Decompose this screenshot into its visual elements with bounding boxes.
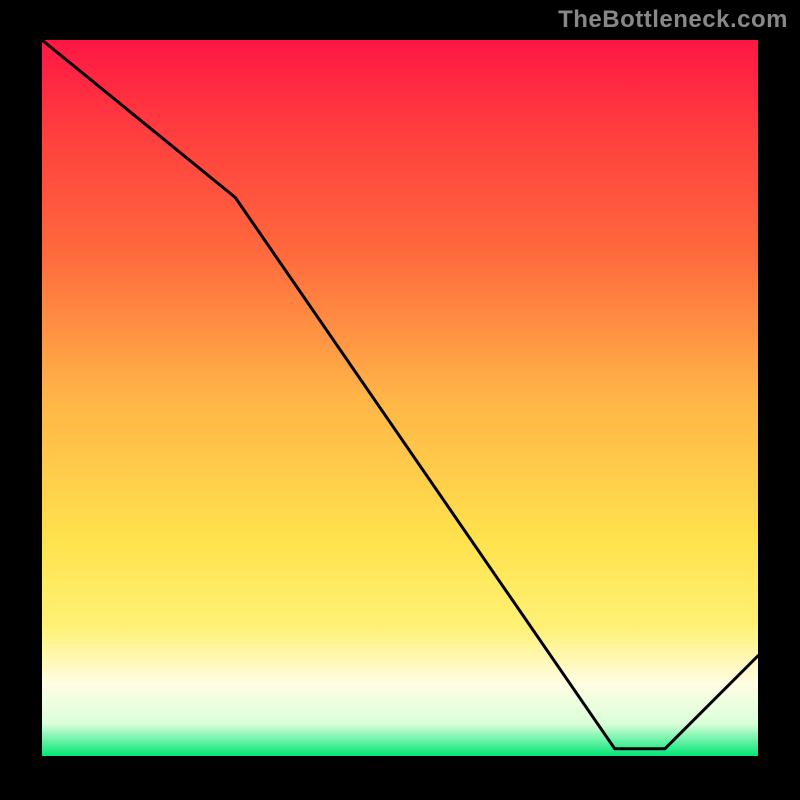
gradient-background <box>42 40 758 756</box>
chart-container: TheBottleneck.com <box>0 0 800 800</box>
watermark-text: TheBottleneck.com <box>558 6 788 34</box>
chart-svg <box>42 40 758 756</box>
plot-area <box>42 40 758 756</box>
